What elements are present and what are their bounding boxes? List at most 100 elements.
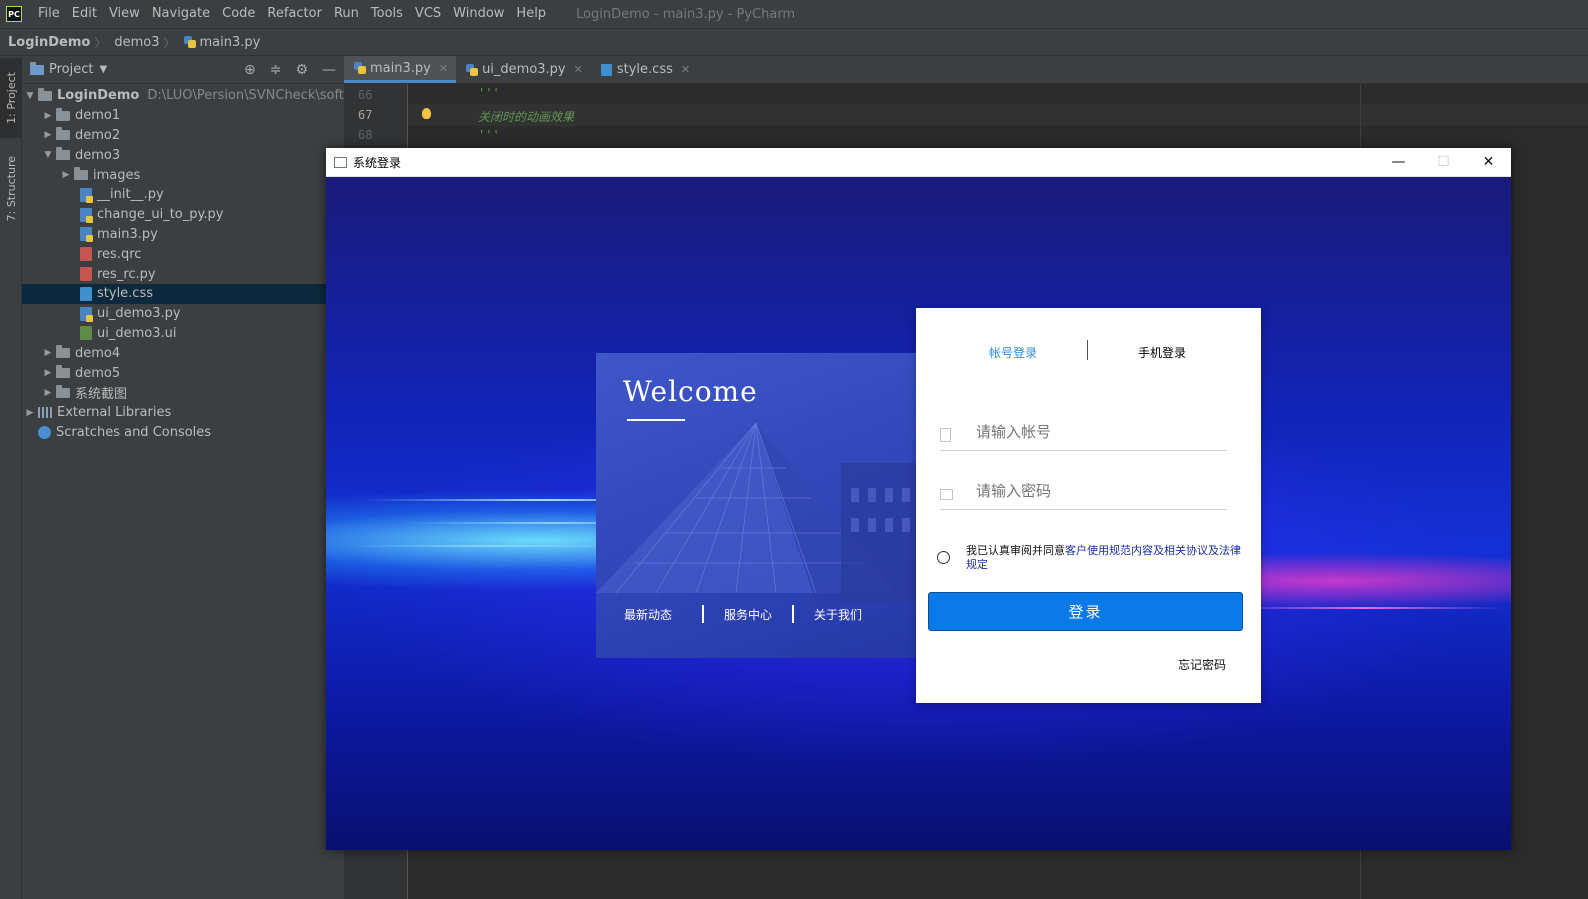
maximize-icon[interactable]: ☐ [1421,148,1466,177]
account-input[interactable] [976,420,1216,444]
project-panel-title: Project [49,62,94,77]
tree-item-demo4[interactable]: ▶ demo4 [22,343,344,363]
phone-icon [940,428,951,442]
library-icon [38,407,52,419]
lightbulb-icon[interactable] [422,108,431,119]
tree-item-images[interactable]: ▶ images [22,165,344,185]
collapsed-arrow-icon[interactable]: ▶ [40,130,56,140]
service-center-link[interactable]: 服务中心 [724,606,772,623]
password-input[interactable] [976,479,1216,503]
menu-refactor[interactable]: Refactor [261,0,328,28]
tree-item-demo3[interactable]: ▼ demo3 [22,145,344,165]
menu-view[interactable]: View [103,0,146,28]
expanded-arrow-icon[interactable]: ▼ [22,91,38,101]
menu-file[interactable]: File [32,0,66,28]
tree-item-demo5[interactable]: ▶ demo5 [22,363,344,383]
tree-item-label: images [93,167,141,183]
collapsed-arrow-icon[interactable]: ▶ [40,111,56,121]
tab-style-css[interactable]: style.css ✕ [591,56,698,83]
tree-item-change-ui-to-py[interactable]: change_ui_to_py.py [22,205,344,225]
tree-item-label: demo3 [75,147,121,163]
tree-item-label: demo4 [75,345,121,361]
folder-icon [56,345,70,359]
tree-item-external-libraries[interactable]: ▶ External Libraries [22,403,344,423]
line-number: 68 [358,128,373,142]
tree-item-res-qrc[interactable]: res.qrc [22,244,344,264]
tab-phone-login[interactable]: 手机登录 [1138,344,1186,361]
tree-item-res-rc-py[interactable]: res_rc.py [22,264,344,284]
tree-item-demo2[interactable]: ▶ demo2 [22,126,344,146]
welcome-card: Welcome 最新动态 服务中心 关于我们 [596,353,918,658]
folder-icon [56,365,70,379]
tree-item-ui-demo3-ui[interactable]: ui_demo3.ui [22,324,344,344]
breadcrumb-folder[interactable]: demo3 [106,35,163,50]
tab-account-login[interactable]: 帐号登录 [989,344,1037,361]
menu-vcs[interactable]: VCS [409,0,447,28]
project-panel: Project ▼ ⊕ ≑ ⚙ — ▼ LoginDemo D:\LUO\Per… [22,56,344,899]
gear-icon[interactable]: ⚙ [295,62,308,78]
folder-icon [56,107,70,121]
menu-code[interactable]: Code [216,0,261,28]
folder-icon [56,384,70,398]
agreement-radio[interactable] [937,551,950,564]
about-us-link[interactable]: 关于我们 [814,606,862,623]
breadcrumb-project[interactable]: LoginDemo [0,35,94,50]
python-file-icon [80,227,93,243]
close-icon[interactable]: ✕ [1466,148,1511,177]
menu-tools[interactable]: Tools [365,0,409,28]
agreement-text: 我已认真审阅并同意客户使用规范内容及相关协议及法律规定 [966,544,1246,572]
tab-main3-py[interactable]: main3.py ✕ [344,56,457,83]
folder-icon [56,147,70,161]
code-line: ''' [478,86,500,100]
breadcrumb-file[interactable]: main3.py [176,35,265,50]
collapsed-arrow-icon[interactable]: ▶ [40,348,56,358]
project-panel-header: Project ▼ ⊕ ≑ ⚙ — [22,56,344,84]
menu-navigate[interactable]: Navigate [146,0,216,28]
minimize-icon[interactable]: — [1376,148,1421,177]
menu-edit[interactable]: Edit [66,0,103,28]
collapse-all-icon[interactable]: ≑ [270,62,282,78]
tree-item-init-py[interactable]: __init__.py [22,185,344,205]
tree-item-demo1[interactable]: ▶ demo1 [22,106,344,126]
menu-window[interactable]: Window [447,0,510,28]
forgot-password-link[interactable]: 忘记密码 [1178,656,1226,673]
tree-item-label: ui_demo3.py [97,306,181,322]
project-path: D:\LUO\Persion\SVNCheck\software [147,88,344,104]
tree-item-scratches[interactable]: Scratches and Consoles [22,423,344,443]
collapsed-arrow-icon[interactable]: ▶ [22,408,38,418]
locate-target-icon[interactable]: ⊕ [244,62,256,78]
tree-item-label: LoginDemo [57,88,140,104]
menu-help[interactable]: Help [510,0,552,28]
login-button[interactable]: 登录 [928,592,1243,631]
breadcrumb-separator-icon: 〉 [163,35,176,50]
welcome-heading: Welcome [623,375,758,408]
news-link[interactable]: 最新动态 [624,606,672,623]
python-file-icon [354,62,366,74]
editor-tab-bar: main3.py ✕ ui_demo3.py ✕ style.css ✕ [344,56,1588,84]
card-links: 最新动态 服务中心 关于我们 [624,605,862,623]
login-window-titlebar[interactable]: 系统登录 — ☐ ✕ [326,148,1511,177]
close-tab-icon[interactable]: ✕ [439,62,448,75]
structure-tool-tab-label: 7: Structure [4,156,18,222]
tree-item-style-css[interactable]: style.css [22,283,344,304]
tree-item-screenshots[interactable]: ▶ 系统截图 [22,383,344,403]
hide-panel-icon[interactable]: — [322,62,336,78]
collapsed-arrow-icon[interactable]: ▶ [58,170,74,180]
tree-item-main3-py[interactable]: main3.py [22,225,344,245]
ide-window-title: LoginDemo - main3.py - PyCharm [576,6,796,22]
tree-item-label: ui_demo3.ui [97,325,177,341]
project-view-selector[interactable]: Project ▼ [30,61,107,77]
menu-run[interactable]: Run [328,0,365,28]
tree-item-ui-demo3-py[interactable]: ui_demo3.py [22,304,344,324]
tree-item-label: change_ui_to_py.py [97,207,224,223]
close-tab-icon[interactable]: ✕ [574,63,583,76]
tab-ui-demo3-py[interactable]: ui_demo3.py ✕ [456,56,591,83]
tree-item-logindemo[interactable]: ▼ LoginDemo D:\LUO\Persion\SVNCheck\soft… [22,86,344,106]
structure-tool-tab[interactable]: 7: Structure [0,146,22,232]
project-tool-tab[interactable]: 1: Project [0,58,22,138]
close-tab-icon[interactable]: ✕ [681,63,690,76]
collapsed-arrow-icon[interactable]: ▶ [40,388,56,398]
tree-item-label: style.css [97,286,153,302]
collapsed-arrow-icon[interactable]: ▶ [40,368,56,378]
expanded-arrow-icon[interactable]: ▼ [40,150,56,160]
